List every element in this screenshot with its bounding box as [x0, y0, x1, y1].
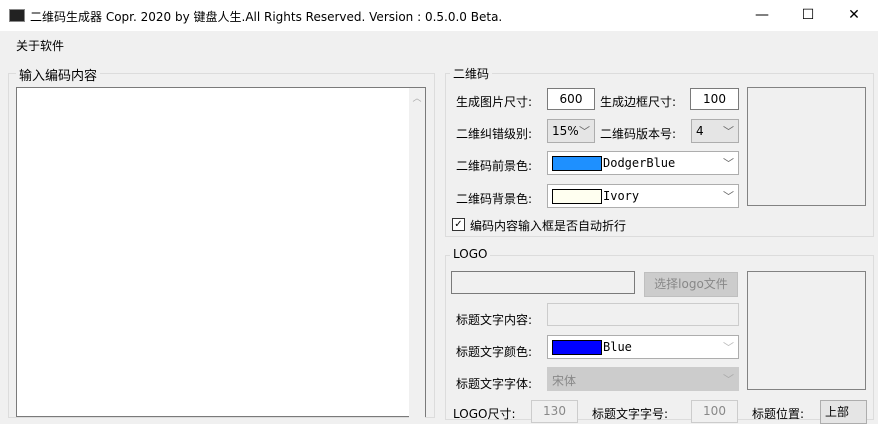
fg-label: 二维码前景色:: [456, 159, 533, 173]
chevron-down-icon: ﹀: [723, 341, 734, 354]
chevron-down-icon: ﹀: [723, 190, 734, 203]
input-group-label: 输入编码内容: [16, 65, 101, 84]
title-font-size-label: 标题文字字号:: [592, 407, 669, 421]
fg-color-select[interactable]: DodgerBlue ﹀: [547, 151, 739, 175]
fg-value: DodgerBlue: [603, 156, 676, 170]
title-font-label: 标题文字字体:: [456, 377, 533, 391]
title-color-select[interactable]: Blue ﹀: [547, 335, 739, 359]
title-text-label: 标题文字内容:: [456, 313, 533, 327]
title-pos-value: 上部: [825, 405, 850, 419]
scroll-up-icon[interactable]: ︿: [409, 88, 425, 104]
title-pos-select[interactable]: 上部: [820, 400, 867, 424]
bg-color-select[interactable]: Ivory ﹀: [547, 184, 739, 208]
logo-preview: [747, 271, 866, 390]
textarea-scrollbar[interactable]: ︿: [409, 88, 425, 418]
qr-preview: [747, 87, 866, 206]
bg-label: 二维码背景色:: [456, 192, 533, 206]
chevron-down-icon: ﹀: [579, 125, 590, 138]
border-label: 生成边框尺寸:: [600, 95, 677, 109]
content-textarea[interactable]: [16, 87, 426, 417]
title-color-value: Blue: [603, 340, 632, 354]
qr-group-label: 二维码: [450, 65, 493, 82]
minimize-button[interactable]: —: [739, 0, 785, 31]
window-title: 二维码生成器 Copr. 2020 by 键盘人生.All Rights Res…: [30, 10, 503, 24]
title-text-input[interactable]: [547, 303, 739, 326]
size-label: 生成图片尺寸:: [456, 95, 533, 109]
ecc-select[interactable]: 15% ﹀: [547, 119, 595, 143]
title-font-select[interactable]: 宋体 ﹀: [547, 367, 739, 391]
maximize-button[interactable]: ☐: [785, 0, 831, 31]
chevron-down-icon: ﹀: [723, 373, 734, 386]
ecc-value: 15%: [552, 124, 579, 138]
fg-swatch: [552, 156, 602, 171]
logo-size-label: LOGO尺寸:: [453, 407, 516, 421]
logo-group-label: LOGO: [450, 247, 491, 261]
chevron-down-icon: ﹀: [723, 157, 734, 170]
bg-value: Ivory: [603, 189, 640, 203]
version-value: 4: [696, 124, 704, 138]
size-input[interactable]: 600: [547, 88, 595, 110]
ecc-label: 二维纠错级别:: [456, 127, 533, 141]
app-icon: [9, 9, 25, 22]
border-input[interactable]: 100: [690, 88, 739, 110]
version-select[interactable]: 4 ﹀: [691, 119, 739, 143]
logo-path-input[interactable]: [451, 271, 635, 294]
title-color-label: 标题文字颜色:: [456, 345, 533, 359]
close-button[interactable]: ✕: [831, 0, 877, 31]
title-font-value: 宋体: [552, 374, 577, 388]
chevron-down-icon: ﹀: [723, 125, 734, 138]
title-color-swatch: [552, 340, 602, 355]
choose-logo-button[interactable]: 选择logo文件: [644, 272, 738, 297]
version-label: 二维码版本号:: [600, 127, 677, 141]
wrap-label[interactable]: 编码内容输入框是否自动折行: [470, 217, 626, 234]
menu-about[interactable]: 关于软件: [16, 37, 64, 54]
bg-swatch: [552, 189, 602, 204]
title-pos-label: 标题位置:: [752, 407, 805, 421]
wrap-checkbox[interactable]: ✓: [452, 218, 465, 231]
